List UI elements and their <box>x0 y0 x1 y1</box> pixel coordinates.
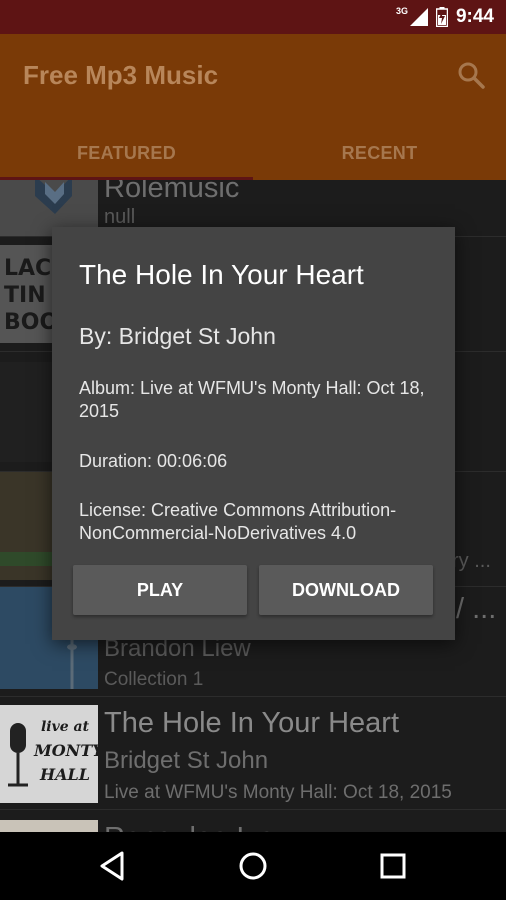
song-artist: null <box>104 206 136 228</box>
album-art-text: HALL <box>39 765 91 784</box>
album-art-text: MONTY <box>34 741 98 760</box>
navigation-bar <box>0 832 506 900</box>
album-art: live at MONTY HALL <box>0 705 98 803</box>
tab-featured[interactable]: FEATURED <box>0 126 253 180</box>
song-title: The Hole In Your Heart <box>104 707 400 739</box>
song-album: ry ... <box>452 550 491 572</box>
dialog-title: The Hole In Your Heart <box>79 259 364 290</box>
recents-icon[interactable] <box>376 849 410 883</box>
app-title: Free Mp3 Music <box>23 60 219 90</box>
song-details-dialog: The Hole In Your Heart By: Bridget St Jo… <box>52 227 455 640</box>
list-item[interactable]: live at MONTY HALL The Hole In Your Hear… <box>0 697 506 810</box>
battery-icon <box>435 7 448 27</box>
dialog-album: Album: Live at WFMU's Monty Hall: Oct 18… <box>79 378 425 421</box>
album-art-text: live at <box>40 719 90 735</box>
dialog-duration: Duration: 00:06:06 <box>79 451 228 471</box>
app-bar: Free Mp3 Music FEATURED RECENT <box>0 34 506 180</box>
tab-recent[interactable]: RECENT <box>253 126 506 180</box>
song-album: Live at WFMU's Monty Hall: Oct 18, 2015 <box>104 782 452 803</box>
dialog-artist: By: Bridget St John <box>79 323 276 349</box>
home-icon[interactable] <box>236 849 270 883</box>
album-art <box>0 820 98 832</box>
network-type: 3G <box>395 6 408 16</box>
status-bar: 3G 9:44 <box>0 0 506 34</box>
download-button[interactable]: DOWNLOAD <box>259 565 433 615</box>
song-title: Ranguloo Iza <box>104 822 275 832</box>
song-title: Rolemusic <box>104 180 240 204</box>
list-item[interactable]: Ranguloo Iza <box>0 810 506 832</box>
song-title: / ... <box>456 593 497 625</box>
play-button[interactable]: PLAY <box>73 565 247 615</box>
song-album: Collection 1 <box>104 669 204 690</box>
dialog-license: License: Creative Commons Attribution-No… <box>79 500 397 543</box>
signal-icon <box>409 8 428 26</box>
song-artist: Bridget St John <box>104 747 269 774</box>
status-time: 9:44 <box>455 6 494 27</box>
search-icon[interactable] <box>456 60 486 90</box>
tab-bar: FEATURED RECENT <box>0 126 506 180</box>
back-icon[interactable] <box>96 849 130 883</box>
